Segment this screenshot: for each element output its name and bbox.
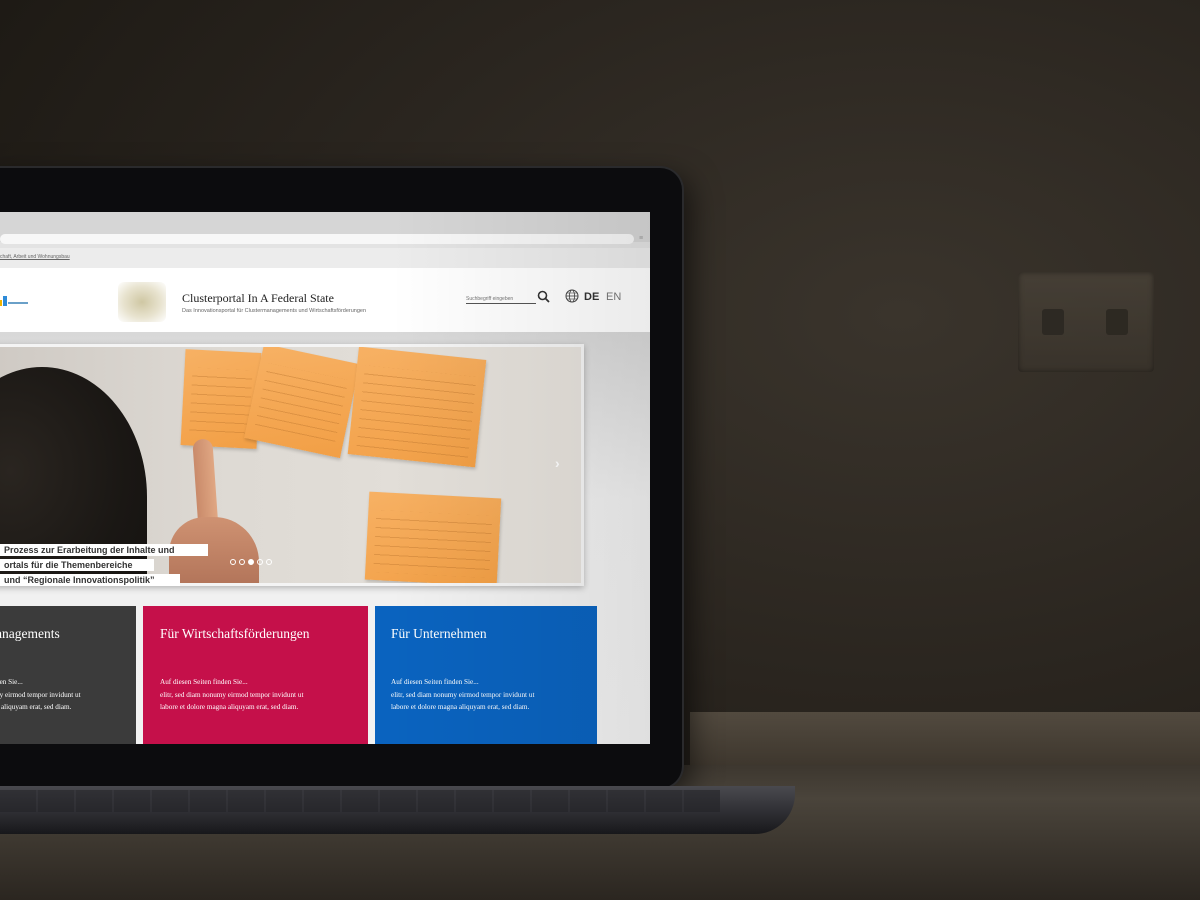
sticky-note (347, 347, 487, 468)
background-shelf (690, 712, 1200, 768)
ministry-link[interactable]: chaft, Arbeit und Wohnungsbau (0, 254, 70, 260)
wall-outlet (1018, 272, 1154, 372)
language-en[interactable]: EN (606, 291, 621, 303)
search-input[interactable] (466, 294, 536, 304)
ministry-bar (0, 248, 650, 268)
laptop-screen: ≡ chaft, Arbeit und Wohnungsbau Clusterp… (0, 212, 650, 744)
card-title[interactable]: Für Unternehmen (391, 626, 487, 642)
outlet-socket (1106, 309, 1128, 335)
sticky-note (364, 491, 502, 583)
hero-caption-line: ortals für die Themenbereiche (0, 559, 154, 571)
language-de[interactable]: DE (584, 291, 599, 303)
slider-dot[interactable] (266, 559, 272, 565)
slider-dot[interactable] (257, 559, 263, 565)
slider-dot[interactable] (239, 559, 245, 565)
card-text: Auf diesen Seiten finden Sie... elitr, s… (160, 678, 304, 711)
hero-caption-line: und “Regionale Innovationspolitik” (0, 574, 180, 586)
slider-dot[interactable] (230, 559, 236, 565)
slider-dots[interactable] (230, 559, 272, 567)
coat-of-arms-logo[interactable] (118, 282, 166, 322)
card-title[interactable]: anagements (0, 626, 60, 642)
card-wirtschaftsfoerderungen[interactable]: Für Wirtschaftsförderungen Auf diesen Se… (143, 606, 368, 744)
card-title[interactable]: Für Wirtschaftsförderungen (160, 626, 310, 642)
address-bar[interactable] (0, 234, 634, 244)
sticky-note (244, 347, 360, 459)
chevron-right-icon[interactable]: › (555, 456, 567, 470)
site-subtitle: Das Innovationsportal für Clustermanagem… (182, 308, 367, 314)
slider-dot-active[interactable] (248, 559, 254, 565)
card-unternehmen[interactable]: Für Unternehmen Auf diesen Seiten finden… (375, 606, 597, 744)
card-text: den Sie... ny eirmod tempor invidunt ut … (0, 678, 81, 711)
card-text: Auf diesen Seiten finden Sie... elitr, s… (391, 678, 535, 711)
hero-caption-line: Prozess zur Erarbeitung der Inhalte und (0, 544, 208, 556)
laptop-keyboard (0, 790, 720, 812)
site-title[interactable]: Clusterportal In A Federal State (182, 291, 334, 306)
outlet-socket (1042, 309, 1064, 335)
globe-icon[interactable] (565, 289, 579, 303)
card-clustermanagements[interactable]: anagements den Sie... ny eirmod tempor i… (0, 606, 136, 744)
search-icon[interactable] (537, 290, 550, 303)
hamburger-icon[interactable]: ≡ (639, 235, 645, 242)
partner-logo[interactable] (0, 288, 30, 310)
